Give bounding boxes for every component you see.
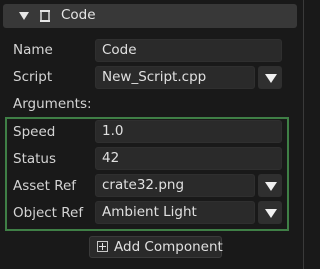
script-label: Script bbox=[13, 69, 53, 85]
component-header[interactable]: Code bbox=[3, 4, 297, 28]
asset-ref-dropdown-button[interactable] bbox=[258, 174, 282, 197]
name-field[interactable]: Code bbox=[95, 39, 282, 62]
name-label: Name bbox=[13, 42, 53, 58]
asset-ref-label: Asset Ref bbox=[13, 178, 77, 194]
speed-label: Speed bbox=[13, 124, 56, 140]
status-label: Status bbox=[13, 151, 57, 167]
object-ref-label: Object Ref bbox=[13, 205, 84, 221]
asset-ref-select[interactable]: crate32.png bbox=[95, 174, 255, 197]
add-component-label: Add Component bbox=[114, 239, 223, 255]
add-component-button[interactable]: Add Component bbox=[89, 236, 223, 258]
inspector-panel: Code Name Code Script New_Script.cpp Arg… bbox=[0, 0, 304, 269]
script-select[interactable]: New_Script.cpp bbox=[95, 66, 255, 89]
caret-down-icon[interactable] bbox=[19, 12, 29, 20]
object-ref-select[interactable]: Ambient Light bbox=[95, 201, 255, 224]
plus-box-icon bbox=[97, 241, 108, 252]
scroll-icon bbox=[38, 9, 52, 27]
script-dropdown-button[interactable] bbox=[258, 66, 282, 89]
arguments-heading: Arguments: bbox=[13, 96, 92, 112]
object-ref-dropdown-button[interactable] bbox=[258, 201, 282, 224]
speed-field[interactable]: 1.0 bbox=[95, 120, 282, 143]
status-field[interactable]: 42 bbox=[95, 147, 282, 170]
component-title: Code bbox=[61, 7, 96, 23]
